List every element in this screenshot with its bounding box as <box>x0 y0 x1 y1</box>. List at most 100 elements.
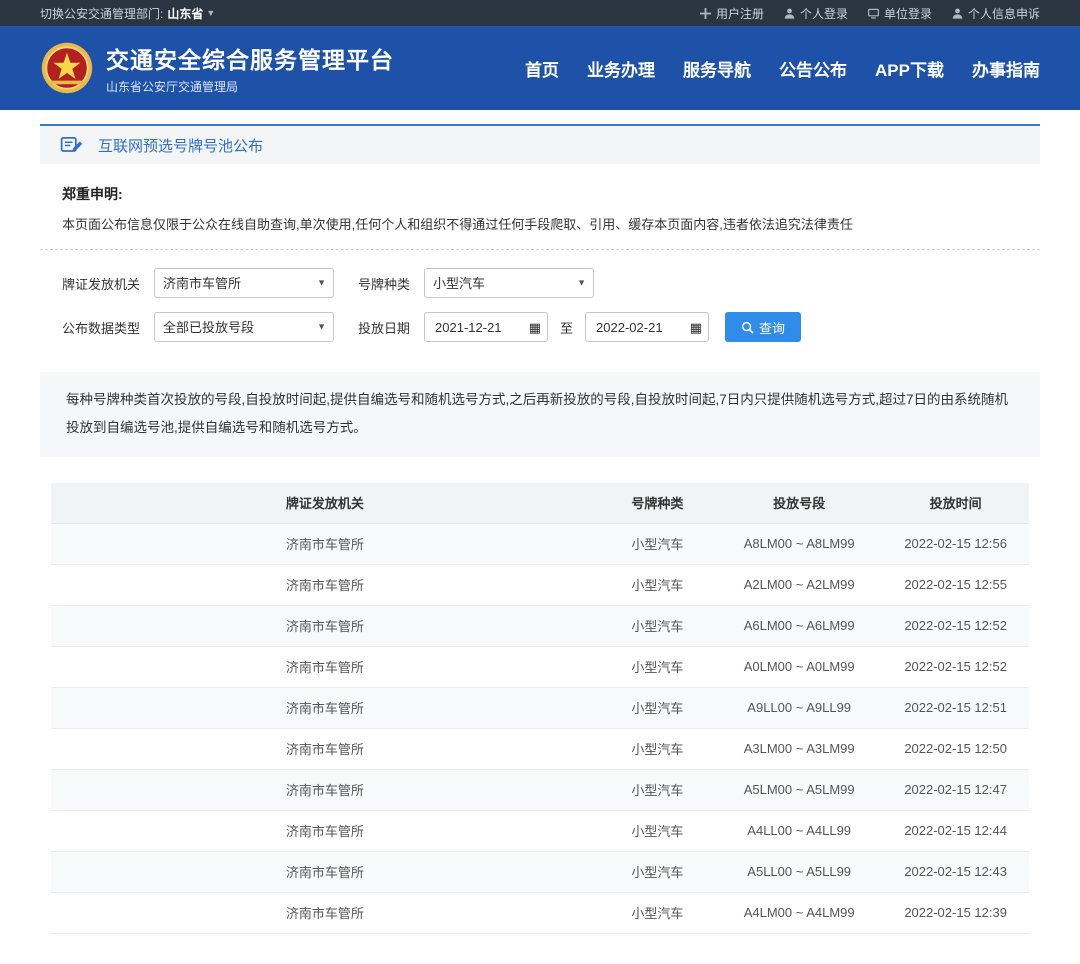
table-cell: 济南市车管所 <box>51 851 599 892</box>
table-row: 济南市车管所小型汽车A4LM00 ~ A4LM992022-02-15 12:3… <box>51 892 1029 933</box>
plate-type-label: 号牌种类 <box>358 274 410 293</box>
table-row: 济南市车管所小型汽车A5LL00 ~ A5LL992022-02-15 12:4… <box>51 851 1029 892</box>
table-cell: 2022-02-15 12:55 <box>882 564 1029 605</box>
table-cell: 济南市车管所 <box>51 769 599 810</box>
table-cell: 2022-02-15 12:47 <box>882 769 1029 810</box>
table-cell: 2022-02-15 12:52 <box>882 646 1029 687</box>
site-subtitle: 山东省公安厅交通管理局 <box>106 78 394 95</box>
search-icon <box>741 321 754 334</box>
chevron-down-icon: ▼ <box>206 8 215 18</box>
main-nav: 首页 业务办理 服务导航 公告公布 APP下载 办事指南 <box>525 56 1040 81</box>
column-header-number-range: 投放号段 <box>716 483 882 524</box>
table-row: 济南市车管所小型汽车A8LM00 ~ A8LM992022-02-15 12:5… <box>51 523 1029 564</box>
switch-department-label: 切换公安交通管理部门: <box>40 5 163 22</box>
topbar-link[interactable]: 单位登录 <box>868 5 932 22</box>
table-cell: 2022-02-15 12:43 <box>882 851 1029 892</box>
table-cell: 小型汽车 <box>599 769 716 810</box>
issuing-org-select[interactable]: 济南市车管所 <box>154 268 334 298</box>
data-type-select[interactable]: 全部已投放号段 <box>154 312 334 342</box>
table-cell: 2022-02-15 12:39 <box>882 892 1029 933</box>
date-from-input[interactable] <box>433 319 515 336</box>
table-cell: A2LM00 ~ A2LM99 <box>716 564 882 605</box>
site-header: 交通安全综合服务管理平台 山东省公安厅交通管理局 首页 业务办理 服务导航 公告公布 A… <box>0 26 1080 110</box>
table-cell: A5LL00 ~ A5LL99 <box>716 851 882 892</box>
table-row: 济南市车管所小型汽车A6LM00 ~ A6LM992022-02-15 12:5… <box>51 605 1029 646</box>
table-row: 济南市车管所小型汽车A4LL00 ~ A4LL992022-02-15 12:4… <box>51 810 1029 851</box>
table-row: 济南市车管所小型汽车A9LL00 ~ A9LL992022-02-15 12:5… <box>51 687 1029 728</box>
table-cell: 小型汽车 <box>599 851 716 892</box>
info-box: 每种号牌种类首次投放的号段,自投放时间起,提供自编选号和随机选号方式,之后再新投… <box>40 372 1040 457</box>
main-content: 互联网预选号牌号池公布 郑重申明: 本页面公布信息仅限于公众在线自助查询,单次使… <box>40 124 1040 934</box>
table-header-row: 牌证发放机关 号牌种类 投放号段 投放时间 <box>51 483 1029 524</box>
table-cell: 济南市车管所 <box>51 646 599 687</box>
nav-item[interactable]: APP下载 <box>875 56 944 81</box>
plate-type-select[interactable]: 小型汽车 <box>424 268 594 298</box>
table-cell: 济南市车管所 <box>51 605 599 646</box>
site-title: 交通安全综合服务管理平台 <box>106 41 394 75</box>
date-to-field[interactable]: ▦ <box>585 312 709 342</box>
table-row: 济南市车管所小型汽车A5LM00 ~ A5LM992022-02-15 12:4… <box>51 769 1029 810</box>
table-cell: 济南市车管所 <box>51 687 599 728</box>
topbar-link-label: 个人登录 <box>800 5 848 22</box>
nav-item[interactable]: 公告公布 <box>779 56 847 81</box>
table-cell: A4LL00 ~ A4LL99 <box>716 810 882 851</box>
date-to-label: 至 <box>560 318 573 337</box>
table-row: 济南市车管所小型汽车A2LM00 ~ A2LM992022-02-15 12:5… <box>51 564 1029 605</box>
table-cell: 小型汽车 <box>599 810 716 851</box>
column-header-release-time: 投放时间 <box>882 483 1029 524</box>
calendar-icon[interactable]: ▦ <box>690 321 702 334</box>
page-title-bar: 互联网预选号牌号池公布 <box>40 124 1040 164</box>
topbar: 切换公安交通管理部门: 山东省 ▼ 用户注册 个人登录 单位登录 个人信息申诉 <box>0 0 1080 26</box>
topbar-link[interactable]: 个人信息申诉 <box>952 5 1040 22</box>
release-date-label: 投放日期 <box>358 318 410 337</box>
table-cell: A5LM00 ~ A5LM99 <box>716 769 882 810</box>
table-cell: 济南市车管所 <box>51 564 599 605</box>
table-cell: 小型汽车 <box>599 728 716 769</box>
plate-pool-table: 牌证发放机关 号牌种类 投放号段 投放时间 济南市车管所小型汽车A8LM00 ~… <box>51 483 1029 934</box>
table-cell: 济南市车管所 <box>51 728 599 769</box>
table-cell: 2022-02-15 12:50 <box>882 728 1029 769</box>
nav-item[interactable]: 首页 <box>525 56 559 81</box>
data-type-label: 公布数据类型 <box>62 318 140 337</box>
nav-item[interactable]: 办事指南 <box>972 56 1040 81</box>
nav-item[interactable]: 服务导航 <box>683 56 751 81</box>
table-cell: 小型汽车 <box>599 564 716 605</box>
calendar-icon[interactable]: ▦ <box>529 321 541 334</box>
table-cell: 小型汽车 <box>599 605 716 646</box>
notice-title: 郑重申明: <box>62 184 1018 204</box>
table-cell: 济南市车管所 <box>51 523 599 564</box>
table-cell: 济南市车管所 <box>51 892 599 933</box>
user-icon <box>952 8 963 19</box>
table-cell: 2022-02-15 12:52 <box>882 605 1029 646</box>
document-pen-icon <box>60 133 84 157</box>
province-label: 山东省 <box>167 5 203 22</box>
topbar-link[interactable]: 用户注册 <box>700 5 764 22</box>
table-cell: A9LL00 ~ A9LL99 <box>716 687 882 728</box>
topbar-link-label: 用户注册 <box>716 5 764 22</box>
issuing-org-label: 牌证发放机关 <box>62 274 140 293</box>
plus-icon <box>700 8 711 19</box>
topbar-link-label: 单位登录 <box>884 5 932 22</box>
table-cell: A8LM00 ~ A8LM99 <box>716 523 882 564</box>
table-cell: 2022-02-15 12:51 <box>882 687 1029 728</box>
table-cell: 小型汽车 <box>599 523 716 564</box>
table-cell: 2022-02-15 12:56 <box>882 523 1029 564</box>
date-to-input[interactable] <box>594 319 676 336</box>
user-icon <box>784 8 795 19</box>
nav-item[interactable]: 业务办理 <box>587 56 655 81</box>
notice-section: 郑重申明: 本页面公布信息仅限于公众在线自助查询,单次使用,任何个人和组织不得通… <box>40 164 1040 250</box>
date-from-field[interactable]: ▦ <box>424 312 548 342</box>
topbar-link[interactable]: 个人登录 <box>784 5 848 22</box>
query-button[interactable]: 查询 <box>725 312 801 342</box>
column-header-plate-type: 号牌种类 <box>599 483 716 524</box>
page-title: 互联网预选号牌号池公布 <box>98 135 263 156</box>
table-cell: A4LM00 ~ A4LM99 <box>716 892 882 933</box>
topbar-link-label: 个人信息申诉 <box>968 5 1040 22</box>
table-cell: 小型汽车 <box>599 892 716 933</box>
table-cell: 小型汽车 <box>599 646 716 687</box>
monitor-icon <box>868 8 879 19</box>
table-row: 济南市车管所小型汽车A3LM00 ~ A3LM992022-02-15 12:5… <box>51 728 1029 769</box>
filters-section: 牌证发放机关 济南市车管所 ▼ 号牌种类 小型汽车 ▼ 公布数据类型 全部已投放… <box>40 250 1040 358</box>
province-dropdown[interactable]: 山东省 ▼ <box>167 5 215 22</box>
column-header-issuing-org: 牌证发放机关 <box>51 483 599 524</box>
